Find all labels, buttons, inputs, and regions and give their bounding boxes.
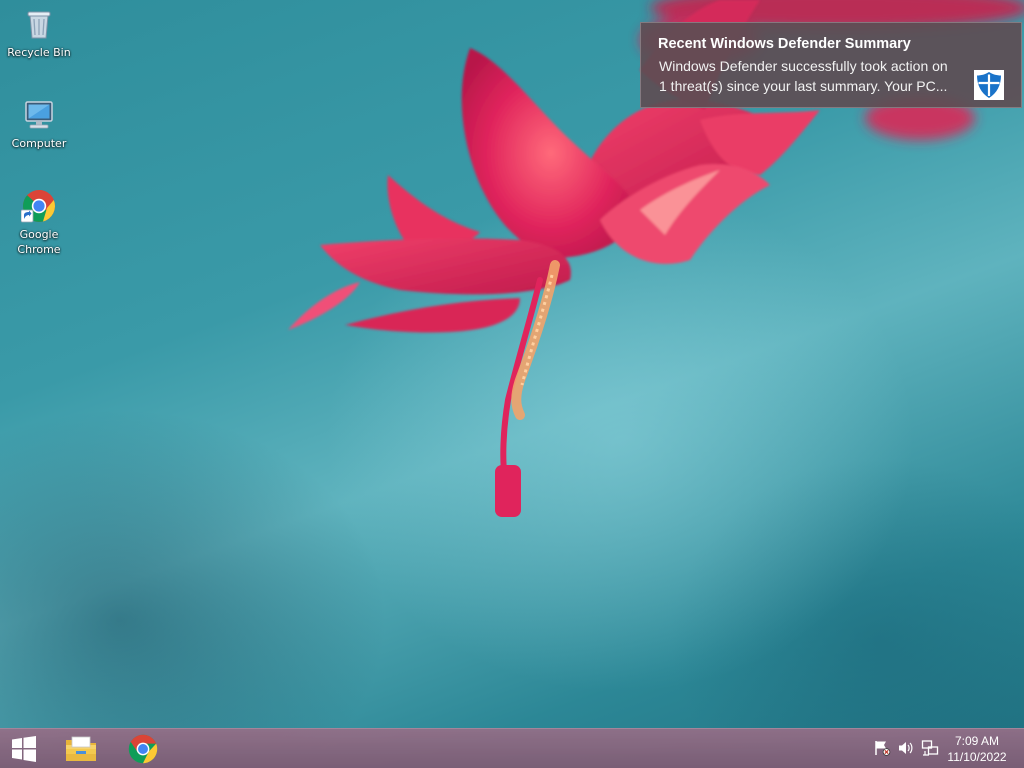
desktop-icon-google-chrome[interactable]: Google Chrome [1, 188, 77, 257]
clock-time: 7:09 AM [954, 734, 1000, 748]
wallpaper-image [288, 0, 1024, 517]
taskbar-chrome-button[interactable] [115, 729, 171, 768]
desktop-icon-label: Computer [11, 137, 67, 150]
chrome-icon [128, 734, 158, 763]
action-center-flag-icon[interactable] [873, 739, 891, 757]
volume-icon[interactable] [897, 739, 915, 757]
desktop-icon-recycle-bin[interactable]: Recycle Bin [1, 6, 77, 60]
taskbar: 7:09 AM 11/10/2022 [0, 728, 1024, 768]
desktop-icon-label: Google Chrome [17, 228, 61, 256]
desktop-icon-label: Recycle Bin [7, 46, 71, 59]
taskbar-clock[interactable]: 7:09 AM 11/10/2022 [942, 733, 1012, 765]
windows-defender-shield-icon [973, 69, 1005, 101]
desktop[interactable]: Recycle Bin Computer Google Chrome Recen… [0, 0, 1024, 768]
defender-notification-toast[interactable]: Recent Windows Defender Summary Windows … [640, 22, 1022, 108]
recycle-bin-icon [21, 6, 57, 42]
start-button[interactable] [0, 729, 48, 768]
file-explorer-icon [66, 736, 96, 761]
clock-date: 11/10/2022 [947, 750, 1007, 764]
network-icon[interactable] [921, 739, 939, 757]
chrome-icon [20, 188, 57, 224]
taskbar-file-explorer-button[interactable] [53, 729, 109, 768]
computer-icon [21, 97, 57, 133]
notification-body: Windows Defender successfully took actio… [659, 58, 948, 94]
notification-title: Recent Windows Defender Summary [658, 36, 911, 52]
desktop-icon-computer[interactable]: Computer [1, 97, 77, 151]
windows-logo-icon [12, 735, 36, 762]
